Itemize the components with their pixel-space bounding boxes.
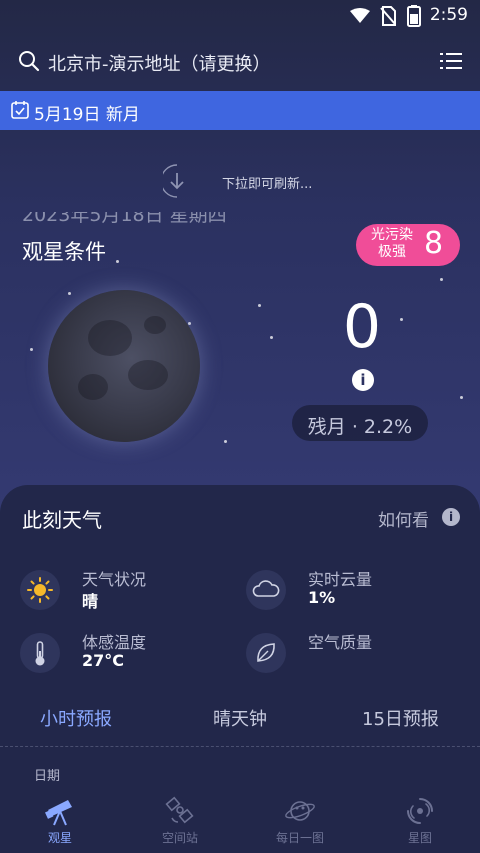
tab-clear-sky-clock[interactable]: 晴天钟 — [213, 705, 267, 731]
weather-panel: 此刻天气 如何看 i 天气状况 晴 实时云量 1% 体感温度 27°C 空气质量… — [0, 485, 480, 795]
cloud-cover-item: 实时云量 1% — [246, 566, 466, 616]
satellite-icon — [165, 796, 194, 824]
tab-hourly-forecast[interactable]: 小时预报 — [40, 705, 112, 731]
stargazing-score: 0 — [342, 292, 382, 362]
nav-label: 每日一图 — [275, 831, 324, 845]
location-search-bar[interactable]: 北京市-演示地址（请更换） — [0, 40, 480, 84]
telescope-icon — [45, 800, 72, 826]
star — [440, 278, 443, 281]
divider — [0, 746, 480, 747]
pull-refresh-hint: 下拉即可刷新... — [222, 177, 313, 192]
nav-label: 星图 — [407, 831, 432, 845]
weather-title: 此刻天气 — [22, 508, 102, 532]
weather-condition-value: 晴 — [82, 592, 99, 611]
star — [30, 348, 33, 351]
search-icon[interactable] — [18, 50, 40, 72]
star — [116, 260, 119, 263]
star — [188, 322, 191, 325]
moon-crater — [144, 316, 166, 334]
observation-title: 观星条件 — [22, 240, 106, 264]
forecast-tabs: 小时预报 晴天钟 15日预报 — [0, 705, 480, 745]
weather-condition-item: 天气状况 晴 — [20, 566, 240, 616]
moon-phase-text: 残月 · 2.2% — [307, 416, 413, 438]
pull-refresh-arrow-icon — [163, 164, 184, 198]
date-banner-text: 5月19日 新月 — [34, 105, 140, 125]
observation-date: 2023年5月18日 星期四 — [22, 212, 227, 226]
cloud-cover-label: 实时云量 — [308, 570, 373, 589]
moon-crater — [128, 360, 168, 390]
nav-space-station[interactable]: 空间站 — [120, 790, 240, 853]
star — [460, 396, 463, 399]
planet-icon — [285, 801, 315, 821]
star — [68, 292, 71, 295]
location-text[interactable]: 北京市-演示地址（请更换） — [48, 50, 271, 76]
wifi-icon — [350, 8, 370, 23]
status-bar: 2:59 — [0, 0, 480, 34]
battery-icon — [407, 5, 421, 27]
feels-like-value: 27°C — [82, 651, 125, 670]
moon-image — [48, 290, 200, 442]
cloud-icon — [246, 570, 286, 610]
light-pollution-label: 光污染 极强 — [371, 227, 413, 260]
light-pollution-value: 8 — [424, 226, 444, 261]
tab-15-day-forecast[interactable]: 15日预报 — [362, 705, 439, 731]
thermometer-icon — [20, 633, 60, 673]
status-time: 2:59 — [429, 5, 468, 25]
info-icon[interactable]: i — [352, 369, 374, 391]
air-quality-item: 空气质量 — [246, 629, 466, 679]
light-pollution-badge[interactable]: 光污染 极强 8 — [356, 224, 460, 266]
date-banner[interactable]: 5月19日 新月 — [0, 91, 480, 130]
list-menu-icon[interactable] — [440, 52, 462, 70]
moon-crater — [88, 320, 132, 356]
nav-daily-picture[interactable]: 每日一图 — [240, 790, 360, 853]
nav-stargazing[interactable]: 观星 — [0, 790, 120, 853]
info-icon[interactable]: i — [442, 508, 460, 526]
feels-like-item: 体感温度 27°C — [20, 629, 240, 679]
nav-label: 空间站 — [161, 831, 198, 845]
star — [224, 440, 227, 443]
star — [270, 336, 273, 339]
leaf-icon — [246, 633, 286, 673]
moon-crater — [78, 374, 108, 400]
galaxy-icon — [407, 798, 433, 824]
no-sim-icon — [380, 6, 396, 26]
air-quality-label: 空气质量 — [308, 633, 373, 652]
moon-phase-pill: 残月 · 2.2% — [292, 405, 428, 441]
date-column-header: 日期 — [34, 769, 61, 784]
bottom-navigation: 观星 空间站 每日一图 星图 — [0, 790, 480, 853]
nav-label: 观星 — [47, 831, 72, 845]
star — [258, 304, 261, 307]
calendar-check-icon — [11, 101, 29, 119]
nav-star-map[interactable]: 星图 — [360, 790, 480, 853]
weather-condition-label: 天气状况 — [82, 570, 147, 589]
sun-icon — [20, 570, 60, 610]
how-to-read-link[interactable]: 如何看 — [378, 506, 429, 531]
cloud-cover-value: 1% — [308, 588, 336, 607]
feels-like-label: 体感温度 — [82, 633, 147, 652]
